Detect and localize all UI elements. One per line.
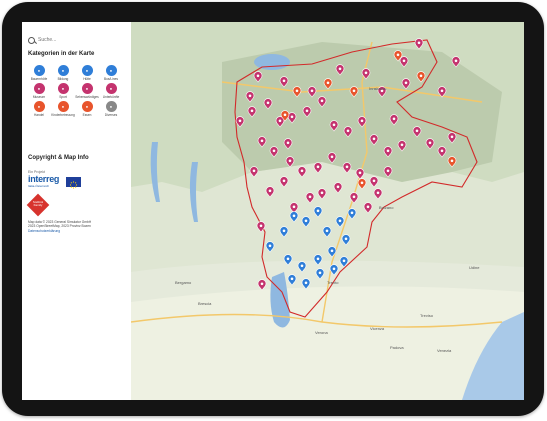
sidebar-panel: Kategorien in der Karte ●Bauernhöfe●Bild… xyxy=(22,22,131,400)
category-item[interactable]: ● Bus/Lines xyxy=(99,65,123,81)
eu-flag-icon xyxy=(66,177,81,189)
copyright-heading: Copyright & Map Info xyxy=(28,155,89,161)
misc-icon: ● xyxy=(105,101,117,112)
map-label: Verona xyxy=(315,330,328,335)
map-label: Vicenza xyxy=(370,326,385,331)
category-label: Essen xyxy=(82,113,92,117)
map-label: Udine xyxy=(469,265,480,270)
category-item[interactable]: ● Kinderbetreuung xyxy=(51,101,75,117)
category-label: Museum xyxy=(32,95,46,99)
hut-icon: ● xyxy=(81,65,93,76)
category-item[interactable]: ● Unterkünfte xyxy=(99,83,123,99)
map-label: Brescia xyxy=(198,301,212,306)
screen: Kategorien in der Karte ●Bauernhöfe●Bild… xyxy=(22,22,524,400)
interreg-word: interreg xyxy=(28,174,60,184)
category-item[interactable]: ● Sport xyxy=(51,83,75,99)
category-label: Sehenswürdiges xyxy=(75,95,99,99)
bed-icon: ● xyxy=(105,83,117,94)
map-view[interactable]: Verona Vicenza Padova Brescia Treviso Trento B… xyxy=(130,22,524,400)
map-label: Padova xyxy=(390,345,404,350)
food-icon: ● xyxy=(81,101,93,112)
privacy-link[interactable]: Datenschutzerklärung xyxy=(28,229,126,233)
map-label: Innsbruck xyxy=(369,86,386,91)
category-label: Handel xyxy=(33,113,45,117)
category-item[interactable]: ● Museum xyxy=(27,83,51,99)
search-icon xyxy=(28,36,35,44)
map-label: Venezia xyxy=(437,348,452,353)
category-item[interactable]: ● Sehenswürdiges xyxy=(75,83,99,99)
map-label: Bolzano xyxy=(379,205,394,210)
map-canvas[interactable]: Verona Vicenza Padova Brescia Treviso Trento B… xyxy=(130,22,524,400)
category-label: Diverses xyxy=(104,113,118,117)
credits: Map data © 2023 General Simulator GmbH 2… xyxy=(28,220,126,233)
category-item[interactable]: ● Diverses xyxy=(99,101,123,117)
category-item[interactable]: ● Bildung xyxy=(51,65,75,81)
child-icon: ● xyxy=(57,101,69,112)
map-label: Bergamo xyxy=(175,280,192,285)
search-bar[interactable] xyxy=(28,34,124,46)
book-icon: ● xyxy=(57,65,69,76)
categories-heading: Kategorien in der Karte xyxy=(28,51,95,57)
plain-terrain xyxy=(131,282,524,400)
category-label: Sport xyxy=(59,95,67,99)
bus-icon: ● xyxy=(105,65,117,76)
category-label: Hütte xyxy=(83,77,91,81)
tablet-frame: Kategorien in der Karte ●Bauernhöfe●Bild… xyxy=(2,2,544,416)
tractor-icon: ● xyxy=(33,65,45,76)
category-item[interactable]: ● Bauernhöfe xyxy=(27,65,51,81)
category-label: Unterkünfte xyxy=(102,95,120,99)
category-item[interactable]: ● Essen xyxy=(75,101,99,117)
category-list: ● Bauernhöfe ● Bildung ● Hütte ● Bus/Lines ● Muse… xyxy=(27,65,127,117)
category-label: Kinderbetreuung xyxy=(51,113,75,117)
family-logo-text: Südtirol Family xyxy=(32,200,44,208)
map-label: Trento xyxy=(327,280,339,285)
museum-icon: ● xyxy=(33,83,45,94)
lake-north xyxy=(254,54,290,70)
sights-icon: ● xyxy=(81,83,93,94)
interreg-logo: interreg Italia-Österreich xyxy=(28,175,63,189)
map-label: Treviso xyxy=(420,313,434,318)
category-label: Bauernhöfe xyxy=(30,77,48,81)
interreg-subtitle: Italia-Österreich xyxy=(28,184,50,188)
category-item[interactable]: ● Handel xyxy=(27,101,51,117)
category-label: Bildung xyxy=(57,77,69,81)
category-item[interactable]: ● Hütte xyxy=(75,65,99,81)
sport-icon: ● xyxy=(57,83,69,94)
shop-icon: ● xyxy=(33,101,45,112)
search-input[interactable] xyxy=(38,37,118,43)
category-label: Bus/Lines xyxy=(104,77,118,81)
